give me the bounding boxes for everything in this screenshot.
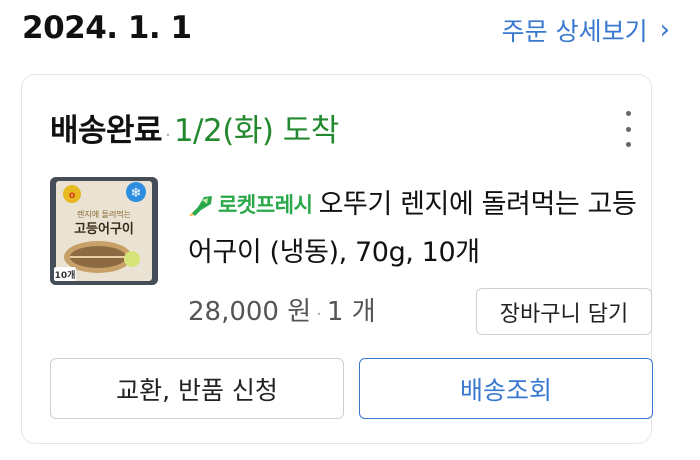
rocket-fresh-badge: 로켓프레시 xyxy=(188,182,313,229)
product-quantity: 1 개 xyxy=(326,297,376,327)
arrival-date: 1/2(화) 도착 xyxy=(173,113,340,149)
svg-text:o: o xyxy=(69,190,75,201)
order-card: 배송완료 · 1/2(화) 도착 o ❄ 렌지에 돌려먹는 고등어구이 10개 xyxy=(21,74,653,444)
more-options-icon[interactable] xyxy=(621,111,635,147)
order-detail-label: 주문 상세보기 xyxy=(501,17,648,46)
product-price: 28,000 원 xyxy=(188,297,312,327)
svg-text:❄: ❄ xyxy=(131,186,142,201)
rocket-icon xyxy=(189,195,212,216)
product-info: 로켓프레시 오뚜기 렌지에 돌려먹는 고등어구이 (냉동), 70g, 10개 xyxy=(188,181,638,276)
price-row: 28,000 원 · 1 개 xyxy=(188,291,376,328)
exchange-return-button[interactable]: 교환, 반품 신청 xyxy=(50,358,344,419)
add-to-cart-button[interactable]: 장바구니 담기 xyxy=(476,288,652,335)
delivery-status: 배송완료 xyxy=(50,113,163,149)
separator-dot: · xyxy=(165,125,171,146)
product-thumbnail[interactable]: o ❄ 렌지에 돌려먹는 고등어구이 10개 xyxy=(50,177,158,285)
separator-dot: · xyxy=(316,304,322,325)
product-title-block[interactable]: 로켓프레시 오뚜기 렌지에 돌려먹는 고등어구이 (냉동), 70g, 10개 xyxy=(188,181,638,276)
rocket-fresh-label: 로켓프레시 xyxy=(218,193,313,217)
chevron-right-icon: › xyxy=(659,15,670,45)
order-date: 2024. 1. 1 xyxy=(22,10,192,46)
order-detail-link[interactable]: 주문 상세보기 › xyxy=(502,12,670,48)
track-delivery-button[interactable]: 배송조회 xyxy=(359,358,653,419)
thumbnail-caption-main: 고등어구이 xyxy=(74,221,134,237)
thumbnail-count-tag: 10개 xyxy=(55,269,76,281)
thumbnail-caption-top: 렌지에 돌려먹는 xyxy=(77,209,131,219)
delivery-status-row: 배송완료 · 1/2(화) 도착 xyxy=(50,105,339,150)
